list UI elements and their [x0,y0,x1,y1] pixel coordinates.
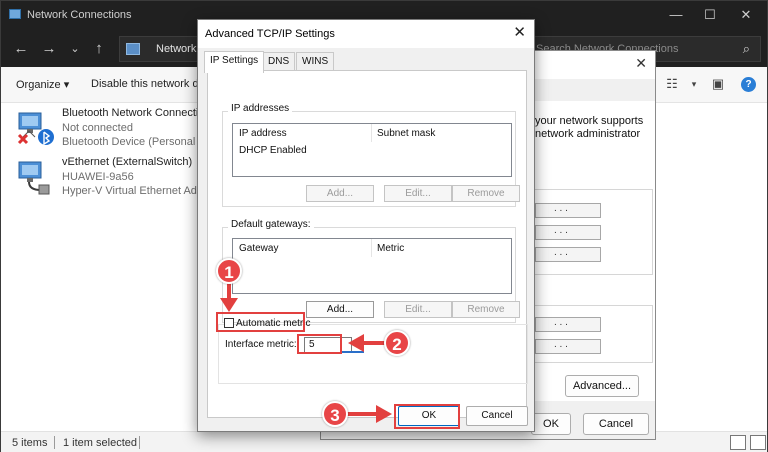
list-item[interactable]: vEthernet (ExternalSwitch) HUAWEI-9a56 H… [15,154,212,202]
column-divider [371,124,372,142]
ip-addresses-listview[interactable]: IP address Subnet mask DHCP Enabled [232,123,512,177]
ip-dots: . . . [554,339,568,350]
ethernet-adapter-icon [18,161,50,195]
ip-address-field[interactable]: . . . [535,203,601,218]
close-icon[interactable]: ✕ [731,5,761,25]
advanced-button[interactable]: Advanced... [565,375,639,397]
highlight-ok-button [394,404,460,429]
tab-wins[interactable]: WINS [296,52,335,72]
gateways-listview[interactable]: Gateway Metric [232,238,512,294]
address-text: Network [156,43,197,55]
ip-dots: . . . [554,247,568,258]
connection-status: HUAWEI-9a56 [62,171,134,183]
organize-button[interactable]: Organize ▾ [16,78,69,91]
connection-status: Not connected [62,122,133,134]
ip-addresses-label: IP addresses [228,103,293,114]
minimize-icon[interactable]: — [661,5,691,25]
gateway-remove-button[interactable]: Remove [452,301,520,318]
ipv4-ok-button[interactable]: OK [531,413,571,435]
item-count: 5 items [12,437,48,449]
column-divider [371,239,372,257]
ipv4-cancel-button[interactable]: Cancel [583,413,649,435]
close-icon[interactable]: ✕ [513,23,526,41]
highlight-interface-metric [297,334,342,354]
details-view-icon[interactable] [730,435,746,450]
help-icon[interactable]: ? [741,77,756,92]
gateway-add-button[interactable]: Add... [306,301,374,318]
maximize-icon[interactable]: ☐ [695,5,725,25]
column-header-ip[interactable]: IP address [239,128,287,139]
list-item[interactable]: Bluetooth Network Connection Not connect… [15,105,221,153]
tab-dns[interactable]: DNS [262,52,296,72]
ip-dots: . . . [554,203,568,214]
ip-dots: . . . [554,317,568,328]
search-icon: ⌕ [742,41,750,56]
up-icon[interactable]: ↑ [89,39,109,59]
status-divider [54,436,55,449]
alternate-dns-field[interactable]: . . . [535,339,601,354]
ipv4-info-text: your network supports network administra… [535,115,644,140]
column-header-mask[interactable]: Subnet mask [377,128,435,139]
gateway-edit-button[interactable]: Edit... [384,301,452,318]
default-gateway-field[interactable]: . . . [535,247,601,262]
status-divider [139,436,140,449]
cancel-button[interactable]: Cancel [466,406,528,426]
advanced-titlebar: Advanced TCP/IP Settings ✕ [198,20,534,48]
network-location-icon [126,43,140,55]
gateways-label: Default gateways: [228,219,314,230]
highlight-automatic-metric [216,312,305,332]
column-header-metric[interactable]: Metric [377,243,404,254]
ip-edit-button[interactable]: Edit... [384,185,452,202]
view-chevron-icon[interactable]: ▾ [685,76,703,92]
view-options-icon[interactable]: ☷ [663,76,681,92]
step-3-badge: 3 [322,401,348,427]
connection-device: Hyper-V Virtual Ethernet Adapt [62,185,213,197]
input-focus-underline [342,351,364,353]
back-icon[interactable]: ← [11,39,31,59]
ip-dots: . . . [554,225,568,236]
dns-group [533,305,653,363]
connection-name: Bluetooth Network Connection [62,107,211,119]
interface-metric-label: Interface metric: [225,339,297,350]
column-header-gateway[interactable]: Gateway [239,243,278,254]
step-2-badge: 2 [384,330,410,356]
tab-ip-settings[interactable]: IP Settings [204,51,265,73]
forward-icon[interactable]: → [39,39,59,59]
tiles-view-icon[interactable] [750,435,766,450]
metric-group [218,324,528,384]
network-folder-icon [9,9,21,19]
disable-device-button[interactable]: Disable this network dev [91,78,210,90]
bluetooth-adapter-icon [17,112,54,146]
connection-name: vEthernet (ExternalSwitch) [62,156,193,168]
advanced-tcpip-dialog: Advanced TCP/IP Settings ✕ IP Settings D… [197,19,535,432]
step-1-badge: 1 [216,258,242,284]
subnet-mask-field[interactable]: . . . [535,225,601,240]
close-icon[interactable]: ✕ [635,55,647,72]
table-row[interactable]: DHCP Enabled [239,145,307,156]
ip-add-button[interactable]: Add... [306,185,374,202]
recent-chevron-icon[interactable]: ⌄ [65,39,85,59]
window-title: Network Connections [27,9,132,21]
preferred-dns-field[interactable]: . . . [535,317,601,332]
ip-remove-button[interactable]: Remove [452,185,520,202]
selection-count: 1 item selected [63,437,137,449]
dialog-title: Advanced TCP/IP Settings [205,28,335,40]
preview-pane-icon[interactable]: ▣ [709,76,727,92]
